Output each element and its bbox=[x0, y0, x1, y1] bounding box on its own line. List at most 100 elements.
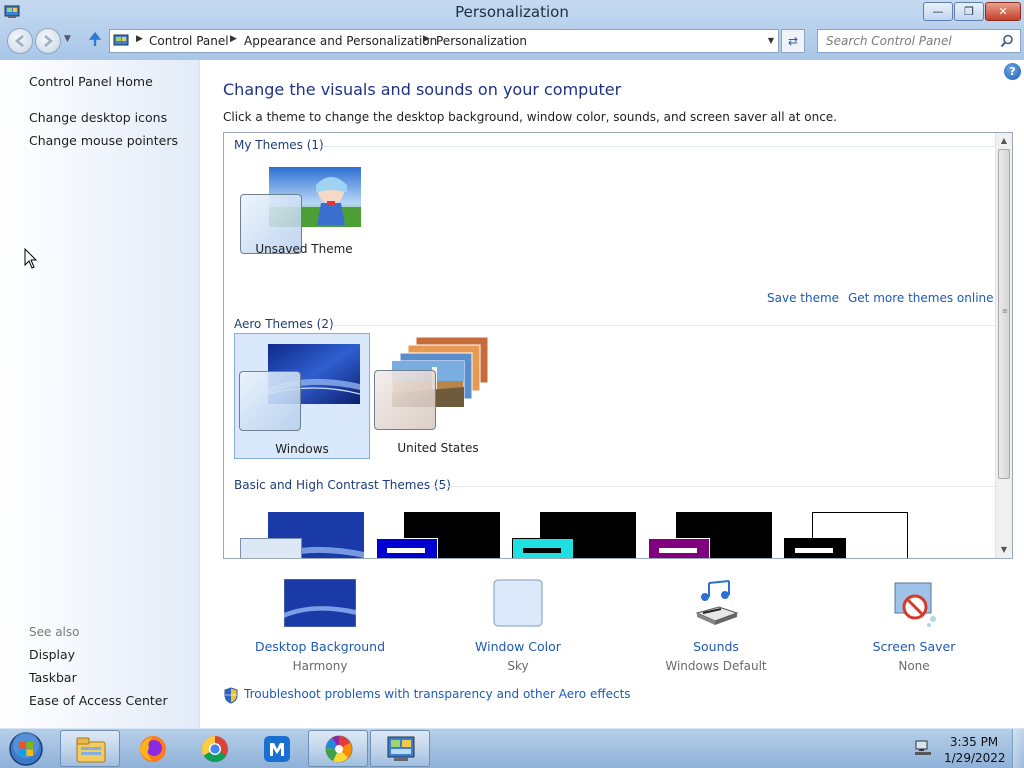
taskbar-picasa[interactable] bbox=[308, 730, 368, 767]
window-color-link[interactable]: Window Color bbox=[433, 639, 603, 654]
control-panel-icon bbox=[113, 34, 129, 46]
up-arrow-icon[interactable]: 🠉 bbox=[86, 31, 104, 49]
my-themes-heading: My Themes (1) bbox=[234, 138, 324, 152]
sounds-value: Windows Default bbox=[665, 659, 767, 673]
shield-icon bbox=[224, 687, 238, 704]
theme-unsaved[interactable]: Unsaved Theme bbox=[236, 157, 372, 283]
theme-high-contrast-black[interactable] bbox=[644, 508, 772, 558]
window-preview bbox=[784, 538, 846, 558]
aero-themes-heading: Aero Themes (2) bbox=[234, 317, 334, 331]
troubleshoot-link[interactable]: Troubleshoot problems with transparency … bbox=[244, 687, 631, 701]
minimize-button[interactable]: — bbox=[923, 2, 953, 21]
recent-pages-chevron-icon[interactable]: ▼ bbox=[64, 34, 71, 44]
window-preview bbox=[240, 538, 302, 558]
help-icon[interactable]: ? bbox=[1004, 63, 1021, 80]
theme-windows-basic[interactable] bbox=[236, 508, 364, 558]
maximize-button[interactable]: ❐ bbox=[954, 2, 984, 21]
navigation-bar: ▼ 🠉 ▶ Control Panel ▶ Appearance and Per… bbox=[0, 26, 1024, 56]
control-panel-home-link[interactable]: Control Panel Home bbox=[29, 74, 153, 89]
clock-date[interactable]: 1/29/2022 bbox=[944, 751, 1006, 765]
close-icon: ✕ bbox=[998, 5, 1008, 18]
refresh-button[interactable]: ⇄ bbox=[781, 29, 805, 53]
start-button[interactable] bbox=[4, 731, 48, 767]
window-preview bbox=[239, 371, 301, 431]
window-preview bbox=[648, 538, 710, 558]
theme-united-states[interactable]: United States bbox=[370, 333, 506, 459]
theme-high-contrast-1[interactable] bbox=[372, 508, 500, 558]
maxthon-icon bbox=[264, 736, 290, 762]
address-dropdown-icon[interactable]: ▼ bbox=[768, 36, 774, 45]
taskbar-link[interactable]: Taskbar bbox=[29, 670, 77, 685]
file-explorer-icon bbox=[76, 737, 106, 763]
window-preview bbox=[374, 370, 436, 430]
breadcrumb-appearance[interactable]: Appearance and Personalization bbox=[244, 34, 437, 48]
taskbar-file-explorer[interactable] bbox=[60, 730, 120, 767]
theme-high-contrast-2[interactable] bbox=[508, 508, 636, 558]
breadcrumb-control-panel[interactable]: Control Panel bbox=[149, 34, 229, 48]
address-bar[interactable]: ▶ Control Panel ▶ Appearance and Persona… bbox=[109, 29, 779, 53]
basic-themes-heading: Basic and High Contrast Themes (5) bbox=[234, 478, 451, 492]
theme-label: Windows bbox=[275, 442, 329, 456]
theme-gallery[interactable]: My Themes (1) Unsaved Theme Save theme G… bbox=[223, 132, 1013, 559]
change-desktop-icons-link[interactable]: Change desktop icons bbox=[29, 110, 167, 125]
taskbar-maxthon[interactable] bbox=[246, 730, 306, 767]
breadcrumb-arrow-icon[interactable]: ▶ bbox=[136, 34, 143, 44]
window-color-value: Sky bbox=[507, 659, 529, 673]
personalization-window: Personalization — ❐ ✕ ▼ 🠉 ▶ Control Pane… bbox=[0, 0, 1024, 728]
page-title: Change the visuals and sounds on your co… bbox=[223, 80, 622, 99]
window-preview bbox=[376, 538, 438, 558]
taskbar-firefox[interactable] bbox=[122, 730, 182, 767]
taskbar-chrome[interactable] bbox=[184, 730, 244, 767]
taskbar: 3:35 PM 1/29/2022 bbox=[0, 728, 1024, 768]
window-title-preview bbox=[523, 548, 561, 553]
screen-saver-setting[interactable]: Screen Saver None bbox=[829, 575, 999, 673]
scroll-up-icon[interactable]: ▲ bbox=[996, 133, 1012, 149]
screen-saver-link[interactable]: Screen Saver bbox=[829, 639, 999, 654]
clock-time[interactable]: 3:35 PM bbox=[944, 735, 1004, 749]
taskbar-control-panel[interactable] bbox=[370, 730, 430, 767]
search-box[interactable] bbox=[817, 29, 1021, 53]
window-title-preview bbox=[659, 548, 697, 553]
sidebar: Control Panel Home Change desktop icons … bbox=[0, 60, 200, 728]
theme-windows[interactable]: Windows bbox=[234, 333, 370, 459]
ease-of-access-link[interactable]: Ease of Access Center bbox=[29, 693, 168, 708]
desktop-background-link[interactable]: Desktop Background bbox=[235, 639, 405, 654]
content-area: Control Panel Home Change desktop icons … bbox=[0, 60, 1024, 728]
forward-button[interactable] bbox=[35, 28, 61, 54]
desktop-background-setting[interactable]: Desktop Background Harmony bbox=[235, 575, 405, 673]
minimize-icon: — bbox=[932, 5, 944, 18]
breadcrumb-arrow-icon[interactable]: ▶ bbox=[423, 34, 430, 44]
back-arrow-icon bbox=[15, 35, 24, 47]
change-mouse-pointers-link[interactable]: Change mouse pointers bbox=[29, 133, 178, 148]
sounds-setting[interactable]: Sounds Windows Default bbox=[631, 575, 801, 673]
screen-saver-value: None bbox=[898, 659, 930, 673]
theme-label: United States bbox=[397, 441, 479, 455]
page-description: Click a theme to change the desktop back… bbox=[223, 110, 837, 124]
window-title: Personalization bbox=[455, 3, 569, 21]
window-title-preview bbox=[387, 548, 425, 553]
window-color-setting[interactable]: Window Color Sky bbox=[433, 575, 603, 673]
get-more-themes-link[interactable]: Get more themes online bbox=[848, 291, 994, 305]
theme-scrollbar[interactable]: ▲ ≡ ▼ bbox=[995, 133, 1012, 558]
scroll-down-icon[interactable]: ▼ bbox=[996, 542, 1012, 558]
sounds-icon bbox=[695, 580, 739, 625]
search-input[interactable] bbox=[818, 30, 998, 52]
main-panel: ? Change the visuals and sounds on your … bbox=[200, 60, 1024, 728]
scroll-thumb[interactable]: ≡ bbox=[998, 149, 1010, 479]
network-icon[interactable] bbox=[914, 740, 932, 756]
screen-saver-icon bbox=[894, 582, 936, 627]
search-icon[interactable] bbox=[1000, 34, 1014, 48]
refresh-icon: ⇄ bbox=[787, 34, 799, 48]
back-button[interactable] bbox=[7, 28, 33, 54]
mouse-cursor-icon bbox=[24, 248, 38, 269]
breadcrumb-arrow-icon[interactable]: ▶ bbox=[230, 34, 237, 44]
display-link[interactable]: Display bbox=[29, 647, 75, 662]
save-theme-link[interactable]: Save theme bbox=[767, 291, 839, 305]
close-button[interactable]: ✕ bbox=[985, 2, 1021, 21]
breadcrumb-personalization[interactable]: Personalization bbox=[436, 34, 527, 48]
sounds-link[interactable]: Sounds bbox=[631, 639, 801, 654]
show-desktop-button[interactable] bbox=[1012, 729, 1024, 768]
title-bar[interactable]: Personalization — ❐ ✕ bbox=[0, 0, 1024, 24]
group-divider bbox=[332, 325, 1000, 326]
theme-high-contrast-white[interactable] bbox=[780, 508, 908, 558]
